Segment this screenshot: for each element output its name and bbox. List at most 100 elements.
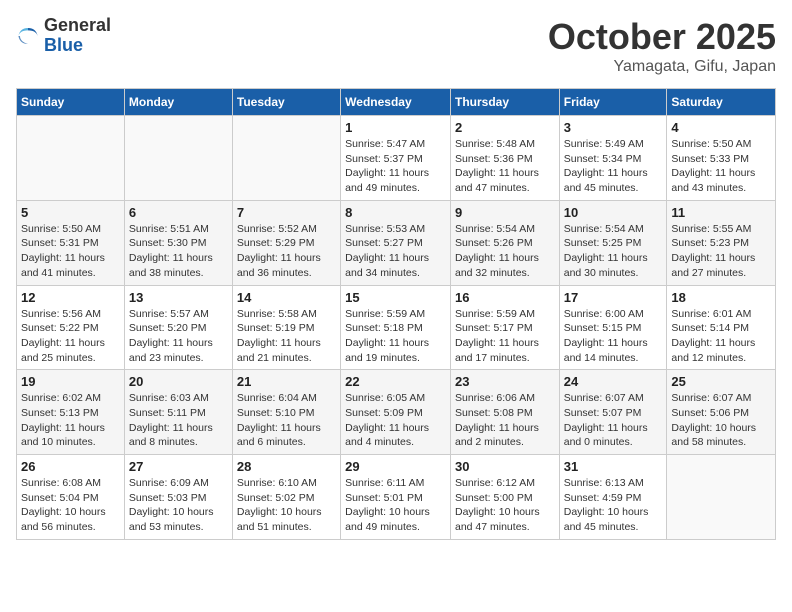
calendar-cell: 26 Sunrise: 6:08 AM Sunset: 5:04 PM Dayli… — [17, 455, 125, 540]
logo-blue: Blue — [44, 36, 111, 56]
calendar-header-friday: Friday — [559, 89, 667, 116]
calendar-cell: 29 Sunrise: 6:11 AM Sunset: 5:01 PM Dayli… — [341, 455, 451, 540]
day-info: Sunrise: 6:09 AM Sunset: 5:03 PM Dayligh… — [129, 476, 228, 535]
calendar-cell: 11 Sunrise: 5:55 AM Sunset: 5:23 PM Dayli… — [667, 200, 776, 285]
day-number: 1 — [345, 120, 446, 135]
day-number: 12 — [21, 290, 120, 305]
day-info: Sunrise: 5:54 AM Sunset: 5:25 PM Dayligh… — [564, 222, 663, 281]
day-info: Sunrise: 6:08 AM Sunset: 5:04 PM Dayligh… — [21, 476, 120, 535]
day-number: 6 — [129, 205, 228, 220]
logo-general: General — [44, 16, 111, 36]
calendar-cell: 8 Sunrise: 5:53 AM Sunset: 5:27 PM Daylig… — [341, 200, 451, 285]
day-number: 10 — [564, 205, 663, 220]
calendar-cell: 25Sunrise: 6:07 AM Sunset: 5:06 PM Dayli… — [667, 370, 776, 455]
day-info: Sunrise: 5:49 AM Sunset: 5:34 PM Dayligh… — [564, 137, 663, 196]
day-info: Sunrise: 5:48 AM Sunset: 5:36 PM Dayligh… — [455, 137, 555, 196]
day-number: 31 — [564, 459, 663, 474]
day-number: 19 — [21, 374, 120, 389]
day-info: Sunrise: 5:50 AM Sunset: 5:33 PM Dayligh… — [671, 137, 771, 196]
day-info: Sunrise: 6:05 AM Sunset: 5:09 PM Dayligh… — [345, 391, 446, 450]
calendar-cell: 20Sunrise: 6:03 AM Sunset: 5:11 PM Dayli… — [124, 370, 232, 455]
day-number: 14 — [237, 290, 336, 305]
day-info: Sunrise: 5:52 AM Sunset: 5:29 PM Dayligh… — [237, 222, 336, 281]
calendar-cell: 12 Sunrise: 5:56 AM Sunset: 5:22 PM Dayli… — [17, 285, 125, 370]
day-number: 29 — [345, 459, 446, 474]
calendar-cell — [667, 455, 776, 540]
day-info: Sunrise: 6:02 AM Sunset: 5:13 PM Dayligh… — [21, 391, 120, 450]
day-number: 11 — [671, 205, 771, 220]
day-number: 5 — [21, 205, 120, 220]
calendar-week-row: 5 Sunrise: 5:50 AM Sunset: 5:31 PM Daylig… — [17, 200, 776, 285]
calendar-cell: 23Sunrise: 6:06 AM Sunset: 5:08 PM Dayli… — [450, 370, 559, 455]
calendar-cell — [17, 116, 125, 201]
calendar-cell: 3 Sunrise: 5:49 AM Sunset: 5:34 PM Daylig… — [559, 116, 667, 201]
calendar-cell — [124, 116, 232, 201]
calendar-header-wednesday: Wednesday — [341, 89, 451, 116]
day-number: 7 — [237, 205, 336, 220]
calendar-cell: 21Sunrise: 6:04 AM Sunset: 5:10 PM Dayli… — [232, 370, 340, 455]
day-info: Sunrise: 5:56 AM Sunset: 5:22 PM Dayligh… — [21, 307, 120, 366]
day-number: 27 — [129, 459, 228, 474]
calendar-header-row: SundayMondayTuesdayWednesdayThursdayFrid… — [17, 89, 776, 116]
day-info: Sunrise: 5:47 AM Sunset: 5:37 PM Dayligh… — [345, 137, 446, 196]
page-header: General Blue October 2025 Yamagata, Gifu… — [16, 16, 776, 76]
calendar-header-tuesday: Tuesday — [232, 89, 340, 116]
day-number: 9 — [455, 205, 555, 220]
day-info: Sunrise: 5:59 AM Sunset: 5:17 PM Dayligh… — [455, 307, 555, 366]
calendar-cell: 7 Sunrise: 5:52 AM Sunset: 5:29 PM Daylig… — [232, 200, 340, 285]
calendar-cell: 2 Sunrise: 5:48 AM Sunset: 5:36 PM Daylig… — [450, 116, 559, 201]
calendar-cell: 19 Sunrise: 6:02 AM Sunset: 5:13 PM Dayli… — [17, 370, 125, 455]
day-info: Sunrise: 6:01 AM Sunset: 5:14 PM Dayligh… — [671, 307, 771, 366]
calendar-cell: 28 Sunrise: 6:10 AM Sunset: 5:02 PM Dayli… — [232, 455, 340, 540]
day-info: Sunrise: 6:10 AM Sunset: 5:02 PM Dayligh… — [237, 476, 336, 535]
calendar-cell: 10 Sunrise: 5:54 AM Sunset: 5:25 PM Dayli… — [559, 200, 667, 285]
day-number: 24 — [564, 374, 663, 389]
day-info: Sunrise: 5:55 AM Sunset: 5:23 PM Dayligh… — [671, 222, 771, 281]
day-info: Sunrise: 5:54 AM Sunset: 5:26 PM Dayligh… — [455, 222, 555, 281]
calendar-cell: 27 Sunrise: 6:09 AM Sunset: 5:03 PM Dayli… — [124, 455, 232, 540]
day-number: 15 — [345, 290, 446, 305]
day-number: 23 — [455, 374, 555, 389]
day-info: Sunrise: 6:13 AM Sunset: 4:59 PM Dayligh… — [564, 476, 663, 535]
calendar-header-monday: Monday — [124, 89, 232, 116]
calendar-cell: 1 Sunrise: 5:47 AM Sunset: 5:37 PM Daylig… — [341, 116, 451, 201]
day-info: Sunrise: 5:57 AM Sunset: 5:20 PM Dayligh… — [129, 307, 228, 366]
calendar-week-row: 1 Sunrise: 5:47 AM Sunset: 5:37 PM Daylig… — [17, 116, 776, 201]
calendar-cell: 24 Sunrise: 6:07 AM Sunset: 5:07 PM Dayli… — [559, 370, 667, 455]
day-number: 30 — [455, 459, 555, 474]
day-number: 21 — [237, 374, 336, 389]
calendar-cell: 22Sunrise: 6:05 AM Sunset: 5:09 PM Dayli… — [341, 370, 451, 455]
day-info: Sunrise: 6:11 AM Sunset: 5:01 PM Dayligh… — [345, 476, 446, 535]
calendar-cell — [232, 116, 340, 201]
calendar-week-row: 12 Sunrise: 5:56 AM Sunset: 5:22 PM Dayli… — [17, 285, 776, 370]
calendar-cell: 13 Sunrise: 5:57 AM Sunset: 5:20 PM Dayli… — [124, 285, 232, 370]
day-number: 16 — [455, 290, 555, 305]
day-info: Sunrise: 6:03 AM Sunset: 5:11 PM Dayligh… — [129, 391, 228, 450]
calendar-table: SundayMondayTuesdayWednesdayThursdayFrid… — [16, 88, 776, 540]
day-info: Sunrise: 5:58 AM Sunset: 5:19 PM Dayligh… — [237, 307, 336, 366]
day-number: 28 — [237, 459, 336, 474]
day-info: Sunrise: 5:50 AM Sunset: 5:31 PM Dayligh… — [21, 222, 120, 281]
day-number: 13 — [129, 290, 228, 305]
day-number: 3 — [564, 120, 663, 135]
calendar-cell: 31 Sunrise: 6:13 AM Sunset: 4:59 PM Dayli… — [559, 455, 667, 540]
calendar-header-thursday: Thursday — [450, 89, 559, 116]
calendar-cell: 15Sunrise: 5:59 AM Sunset: 5:18 PM Dayli… — [341, 285, 451, 370]
day-number: 4 — [671, 120, 771, 135]
day-number: 26 — [21, 459, 120, 474]
calendar-header-sunday: Sunday — [17, 89, 125, 116]
calendar-cell: 9 Sunrise: 5:54 AM Sunset: 5:26 PM Daylig… — [450, 200, 559, 285]
day-number: 8 — [345, 205, 446, 220]
day-info: Sunrise: 5:51 AM Sunset: 5:30 PM Dayligh… — [129, 222, 228, 281]
day-number: 17 — [564, 290, 663, 305]
calendar-cell: 6 Sunrise: 5:51 AM Sunset: 5:30 PM Daylig… — [124, 200, 232, 285]
logo: General Blue — [16, 16, 111, 56]
day-info: Sunrise: 6:07 AM Sunset: 5:07 PM Dayligh… — [564, 391, 663, 450]
day-info: Sunrise: 6:07 AM Sunset: 5:06 PM Dayligh… — [671, 391, 771, 450]
day-info: Sunrise: 6:12 AM Sunset: 5:00 PM Dayligh… — [455, 476, 555, 535]
calendar-cell: 17Sunrise: 6:00 AM Sunset: 5:15 PM Dayli… — [559, 285, 667, 370]
day-number: 2 — [455, 120, 555, 135]
day-info: Sunrise: 5:53 AM Sunset: 5:27 PM Dayligh… — [345, 222, 446, 281]
logo-icon — [16, 24, 40, 48]
title-section: October 2025 Yamagata, Gifu, Japan — [548, 16, 776, 76]
